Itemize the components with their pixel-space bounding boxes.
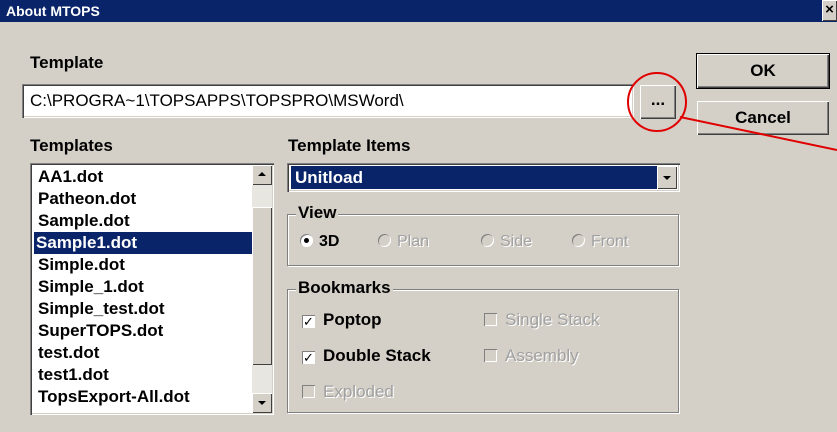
bookmark-single-stack-checkbox[interactable]: Single Stack — [484, 310, 600, 330]
chevron-up-icon — [258, 172, 266, 176]
radio-on-icon — [300, 234, 313, 247]
template-items-value: Unitload — [290, 165, 658, 190]
checkbox-empty-icon — [484, 349, 497, 362]
list-item[interactable]: test1.dot — [36, 364, 111, 386]
title-bar: About MTOPS × — [0, 0, 837, 22]
list-item[interactable]: Simple_test.dot — [36, 298, 167, 320]
view-radio-side[interactable]: Side — [481, 233, 532, 251]
list-item[interactable]: Sample.dot — [36, 210, 132, 232]
radio-off-icon — [572, 234, 585, 247]
chevron-down-icon — [258, 401, 266, 405]
view-radio-front[interactable]: Front — [572, 233, 628, 251]
bookmark-double-stack-checkbox[interactable]: ✓ Double Stack — [302, 346, 431, 366]
checkbox-label: Exploded — [323, 382, 394, 401]
view-radio-3d[interactable]: 3D — [300, 233, 339, 251]
list-item[interactable]: SuperTOPS.dot — [36, 320, 165, 342]
template-items-dropdown[interactable]: Unitload — [287, 163, 680, 192]
radio-label: Side — [500, 233, 533, 250]
cancel-button[interactable]: Cancel — [697, 101, 829, 135]
scroll-down-button[interactable] — [252, 393, 272, 413]
dropdown-button[interactable] — [657, 166, 677, 189]
bookmarks-group: Bookmarks ✓ Poptop Single Stack ✓ Double S… — [287, 278, 679, 413]
bookmarks-group-label: Bookmarks — [296, 278, 393, 298]
checkbox-label: Poptop — [323, 310, 382, 329]
template-label: Template — [30, 53, 104, 72]
templates-listbox[interactable]: AA1.dot Patheon.dot Sample.dot Sample1.d… — [30, 163, 274, 415]
view-radio-plan[interactable]: Plan — [378, 233, 429, 251]
list-item[interactable]: Patheon.dot — [36, 188, 138, 210]
template-path-field[interactable]: C:\PROGRA~1\TOPSAPPS\TOPSPRO\MSWord\ — [22, 84, 634, 118]
list-item[interactable]: TopsExport-All.dot — [36, 386, 192, 408]
radio-off-icon — [378, 234, 391, 247]
chevron-down-icon — [663, 176, 671, 180]
template-items-label: Template Items — [288, 136, 411, 155]
template-path-value: C:\PROGRA~1\TOPSAPPS\TOPSPRO\MSWord\ — [30, 91, 404, 110]
bookmark-assembly-checkbox[interactable]: Assembly — [484, 346, 579, 366]
list-item[interactable]: AA1.dot — [36, 166, 105, 188]
radio-label: 3D — [319, 233, 340, 250]
view-group-label: View — [296, 203, 339, 223]
list-item-selected[interactable]: Sample1.dot — [34, 232, 256, 254]
checkbox-label: Assembly — [505, 346, 579, 365]
scroll-thumb[interactable] — [252, 207, 272, 365]
ok-button[interactable]: OK — [696, 53, 830, 89]
checkbox-label: Double Stack — [323, 346, 431, 365]
list-item[interactable]: test.dot — [36, 342, 101, 364]
radio-off-icon — [481, 234, 494, 247]
scroll-up-button[interactable] — [252, 165, 272, 185]
checkmark-icon: ✓ — [302, 350, 315, 365]
list-item[interactable]: Simple.dot — [36, 254, 127, 276]
window-title: About MTOPS — [6, 3, 100, 19]
checkbox-label: Single Stack — [505, 310, 600, 329]
templates-label: Templates — [30, 136, 113, 155]
checkbox-empty-icon — [484, 313, 497, 326]
radio-label: Plan — [397, 233, 430, 250]
radio-label: Front — [591, 233, 629, 250]
templates-scrollbar[interactable] — [252, 165, 272, 413]
close-icon[interactable]: × — [822, 0, 837, 21]
view-group: View 3D Plan Side Front — [287, 203, 679, 266]
bookmark-poptop-checkbox[interactable]: ✓ Poptop — [302, 310, 382, 330]
browse-button[interactable]: ... — [640, 85, 676, 119]
checkmark-icon: ✓ — [302, 314, 315, 329]
bookmark-exploded-checkbox[interactable]: Exploded — [302, 382, 394, 402]
checkbox-empty-icon — [302, 385, 315, 398]
list-item[interactable]: Simple_1.dot — [36, 276, 146, 298]
